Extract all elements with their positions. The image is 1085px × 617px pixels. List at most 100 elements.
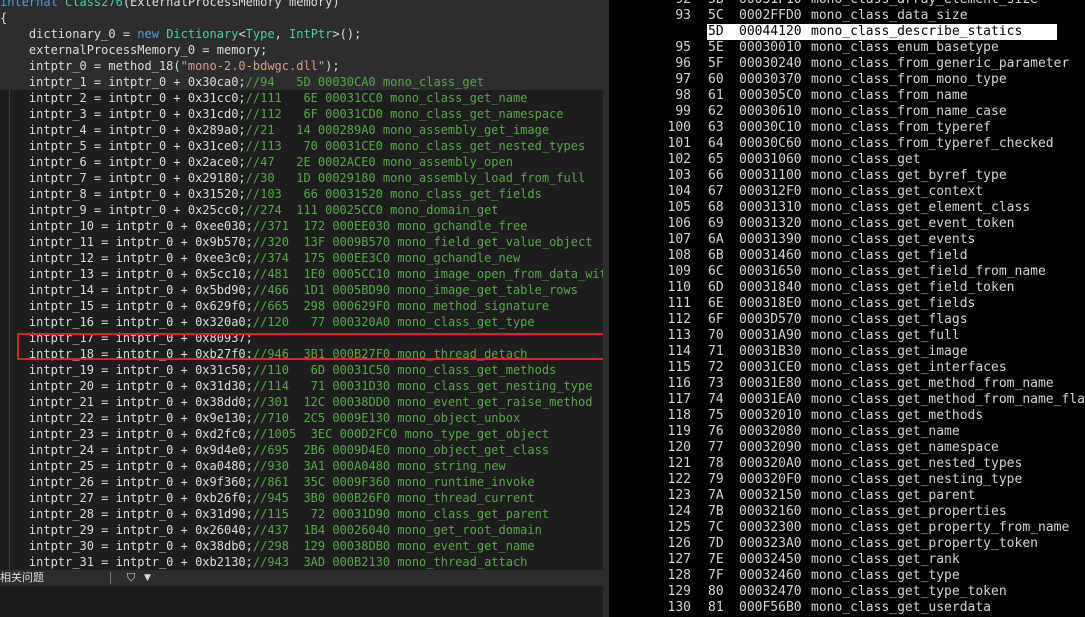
export-ord: 60 (708, 72, 724, 87)
code-line[interactable]: intptr_16 = intptr_0 + 0x320a0;//120 77 … (0, 314, 603, 330)
code-line[interactable]: intptr_17 = intptr_0 + 0x80937; (0, 330, 603, 346)
code-line[interactable]: externalProcessMemory_0 = memory; (0, 42, 603, 58)
code-token: intptr_24 = intptr_0 + 0x9d4e0; (0, 443, 253, 457)
code-line[interactable]: intptr_30 = intptr_0 + 0x38db0;//298 129… (0, 538, 603, 554)
export-num: 122 (667, 472, 691, 487)
code-token: intptr_21 = intptr_0 + 0x38dd0; (0, 395, 253, 409)
code-line[interactable]: intptr_0 = method_18("mono-2.0-bdwgc.dll… (0, 58, 603, 74)
export-ord: 5C (708, 8, 724, 23)
export-num: 94 (675, 24, 691, 39)
export-addr: 00032090 (739, 440, 802, 455)
export-ord: 65 (708, 152, 724, 167)
export-num: 95 (675, 40, 691, 55)
export-addr: 000F56B0 (739, 600, 802, 615)
code-line[interactable]: intptr_23 = intptr_0 + 0xd2fc0;//1005 3E… (0, 426, 603, 442)
code-token: //371 172 000EE030 mono_gchandle_free (252, 219, 528, 233)
code-line[interactable]: intptr_25 = intptr_0 + 0xa0480;//930 3A1… (0, 458, 603, 474)
code-line[interactable]: intptr_15 = intptr_0 + 0x629f0;//665 298… (0, 298, 603, 314)
code-token: intptr_28 = intptr_0 + 0x31d90; (0, 507, 253, 521)
code-line[interactable]: intptr_14 = intptr_0 + 0x5bd90;//466 1D1… (0, 282, 603, 298)
code-token: //298 129 00038DB0 mono_event_get_name (252, 539, 535, 553)
export-addr: 00030010 (739, 40, 802, 55)
code-line[interactable]: intptr_22 = intptr_0 + 0x9e130;//710 2C5… (0, 410, 603, 426)
export-table-panel[interactable]: 92 5B 00031F10 mono_class_array_element_siz… (609, 0, 1085, 617)
export-addr: 00030C60 (739, 136, 802, 151)
code-line[interactable]: intptr_28 = intptr_0 + 0x31d90;//115 72 … (0, 506, 603, 522)
export-ord: 81 (708, 600, 724, 615)
code-line[interactable]: intptr_11 = intptr_0 + 0x9b570;//320 13F… (0, 234, 603, 250)
export-num: 113 (667, 328, 691, 343)
code-line[interactable]: intptr_3 = intptr_0 + 0x31cd0;//112 6F 0… (0, 106, 603, 122)
export-name: mono_class_array_element_size (811, 0, 1038, 8)
export-addr: 00030370 (739, 72, 802, 87)
export-addr: 00032010 (739, 408, 802, 423)
code-line[interactable]: intptr_29 = intptr_0 + 0x26040;//437 1B4… (0, 522, 603, 538)
code-line[interactable]: intptr_9 = intptr_0 + 0x25cc0;//274 111 … (0, 202, 603, 218)
code-token: intptr_22 = intptr_0 + 0x9e130; (0, 411, 253, 425)
export-ord: 7D (708, 536, 724, 551)
code-token: //481 1E0 0005CC10 mono_image_open_from_… (252, 267, 603, 281)
code-line[interactable]: intptr_8 = intptr_0 + 0x31520;//103 66 0… (0, 186, 603, 202)
export-name: mono_class_get_methods (811, 408, 984, 423)
code-token: //946 3B1 000B27F0 mono_thread_detach (252, 347, 528, 361)
export-addr: 00032150 (739, 488, 802, 503)
code-line[interactable]: intptr_20 = intptr_0 + 0x31d30;//114 71 … (0, 378, 603, 394)
export-addr: 000318E0 (739, 296, 802, 311)
export-name: mono_class_get_interfaces (811, 360, 1007, 375)
code-token: "mono-2.0-bdwgc.dll" (180, 59, 326, 73)
code-editor[interactable]: internal Class276(ExternalProcessMemory … (0, 0, 603, 617)
code-token: intptr_0 = method_18( (0, 59, 181, 73)
code-line[interactable]: internal Class276(ExternalProcessMemory … (0, 0, 603, 10)
code-token: intptr_8 = intptr_0 + 0x31520; (0, 187, 246, 201)
code-token: intptr_14 = intptr_0 + 0x5bd90; (0, 283, 253, 297)
code-line[interactable]: dictionary_0 = new Dictionary<Type, IntP… (0, 26, 603, 42)
export-addr: 000320F0 (739, 472, 802, 487)
export-addr: 00031460 (739, 248, 802, 263)
code-line[interactable]: intptr_18 = intptr_0 + 0xb27f0;//946 3B1… (0, 346, 603, 362)
export-addr: 00031EA0 (739, 392, 802, 407)
code-line[interactable]: intptr_2 = intptr_0 + 0x31cc0;//111 6E 0… (0, 90, 603, 106)
code-line[interactable]: intptr_6 = intptr_0 + 0x2ace0;//47 2E 00… (0, 154, 603, 170)
export-addr: 00031F10 (739, 0, 802, 8)
code-line[interactable]: intptr_27 = intptr_0 + 0xb26f0;//945 3B0… (0, 490, 603, 506)
export-addr: 00032470 (739, 584, 802, 599)
export-num: 105 (667, 200, 691, 215)
export-name: mono_class_from_name_case (811, 104, 1007, 119)
code-token: //120 77 000320A0 mono_class_get_type (252, 315, 535, 329)
export-name: mono_class_from_name (811, 88, 968, 103)
code-token: //665 298 000629F0 mono_method_signature (252, 299, 550, 313)
code-line[interactable]: intptr_1 = intptr_0 + 0x30ca0;//94 5D 00… (0, 74, 603, 90)
export-num: 96 (675, 56, 691, 71)
code-token: intptr_2 = intptr_0 + 0x31cc0; (0, 91, 246, 105)
chevron-down-icon[interactable]: ▼ (144, 570, 151, 586)
code-lines[interactable]: internal Class276(ExternalProcessMemory … (0, 0, 603, 570)
code-line[interactable]: intptr_26 = intptr_0 + 0x9f360;//861 35C… (0, 474, 603, 490)
export-num: 106 (667, 216, 691, 231)
code-line[interactable]: intptr_24 = intptr_0 + 0x9d4e0;//695 2B6… (0, 442, 603, 458)
export-num: 102 (667, 152, 691, 167)
code-token: ); (325, 59, 340, 73)
export-ord: 6C (708, 264, 724, 279)
export-ord: 76 (708, 424, 724, 439)
code-line[interactable]: intptr_12 = intptr_0 + 0xee3c0;//374 175… (0, 250, 603, 266)
export-ord: 7B (708, 504, 724, 519)
export-addr: 00044120 (739, 24, 802, 39)
code-line[interactable]: intptr_4 = intptr_0 + 0x289a0;//21 14 00… (0, 122, 603, 138)
export-ord: 64 (708, 136, 724, 151)
code-line[interactable]: intptr_10 = intptr_0 + 0xee030;//371 172… (0, 218, 603, 234)
code-token: //94 5D 00030CA0 mono_class_get (245, 75, 485, 89)
code-line[interactable]: intptr_19 = intptr_0 + 0x31c50;//110 6D … (0, 362, 603, 378)
filter-icon[interactable]: ⛉ (127, 570, 135, 586)
export-name: mono_class_get_property_from_name (811, 520, 1070, 535)
export-name: mono_class_get_property_token (811, 536, 1038, 551)
code-line[interactable]: { (0, 10, 603, 26)
export-ord: 5E (708, 40, 724, 55)
code-line[interactable]: intptr_21 = intptr_0 + 0x38dd0;//301 12C… (0, 394, 603, 410)
code-line[interactable]: intptr_7 = intptr_0 + 0x29180;//30 1D 00… (0, 170, 603, 186)
export-name: mono_class_get_field_token (811, 280, 1015, 295)
code-line[interactable]: intptr_31 = intptr_0 + 0xb2130;//943 3AD… (0, 554, 603, 570)
code-line[interactable]: intptr_5 = intptr_0 + 0x31ce0;//113 70 0… (0, 138, 603, 154)
export-num: 97 (675, 72, 691, 87)
export-ord: 67 (708, 184, 724, 199)
code-line[interactable]: intptr_13 = intptr_0 + 0x5cc10;//481 1E0… (0, 266, 603, 282)
